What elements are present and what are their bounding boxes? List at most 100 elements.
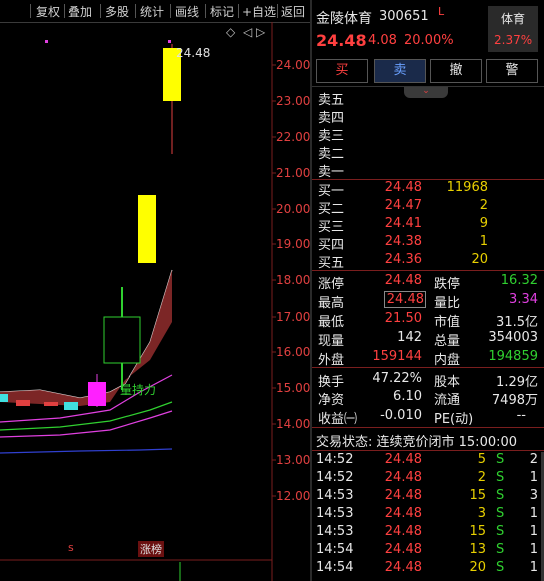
tick-count: 1 [529,524,538,539]
toolbar-overlay[interactable]: 叠加 [68,3,92,20]
sell-level-5: 卖五 [318,93,345,108]
candle-small [44,402,58,406]
stat-shares: 1.29亿 [496,375,538,390]
toolbar-restore-rights[interactable]: 复权 [36,3,60,20]
stat-label: 换手 [318,375,345,390]
toolbar-separator [100,4,101,18]
chart-nav-icon[interactable]: ◁ ▷ [243,25,265,39]
toolbar-mark[interactable]: 标记 [210,3,234,20]
cancel-order-button[interactable]: 撤 [430,59,482,83]
sector-box[interactable]: 体育 2.37% [488,6,538,52]
divider [312,270,544,271]
price-tick: 12.00 [276,489,311,503]
stat-mktcap: 31.5亿 [496,315,538,330]
stat-high: 24.48 [384,291,426,308]
tick-volume: 3 [477,506,486,521]
quote-panel: 金陵体育 300651 L 24.48 4.08 20.00% 体育 2.37%… [312,0,544,581]
price-tick: 13.00 [276,453,311,467]
stat-turnover: 47.22% [372,371,422,386]
tick-side: S [496,452,505,467]
tick-price: 24.48 [384,524,422,539]
toolbar-separator [277,4,278,18]
toolbar-separator [30,4,31,18]
tick-side: S [496,488,505,503]
sell-level-3: 卖三 [318,129,345,144]
buy-level-price: 24.41 [384,216,422,231]
buy-level-price: 24.36 [384,252,422,267]
price-tick: 18.00 [276,273,311,287]
price-change-pct: 20.00% [404,33,454,48]
stat-label: 量比 [434,296,461,311]
stat-label: 总量 [434,334,461,349]
stock-name: 金陵体育 [316,11,372,27]
chart-toolbar: 复权 叠加 多股 统计 画线 标记 +自选 返回 [0,0,310,23]
toolbar-draw-line[interactable]: 画线 [175,3,199,20]
sell-level-4: 卖四 [318,111,345,126]
tick-volume: 15 [469,488,486,503]
stat-label: 最高 [318,296,345,311]
buy-level-label: 买一 [318,184,345,199]
tick-count: 1 [529,542,538,557]
tick-price: 24.48 [384,542,422,557]
price-tick: 22.00 [276,130,311,144]
expand-depth-chevron-icon[interactable]: ⌄ [404,86,448,98]
stat-float: 7498万 [491,393,538,408]
sell-level-2: 卖二 [318,147,345,162]
marker-dot [168,40,171,43]
stat-limit-up: 24.48 [384,273,422,288]
stock-code: 300651 [379,9,429,24]
tick-volume: 2 [477,470,486,485]
stat-inner: 194859 [488,349,538,364]
toolbar-separator [238,4,239,18]
stat-label: 净资 [318,393,345,408]
toolbar-multi-stock[interactable]: 多股 [105,3,129,20]
candle-small [64,402,78,410]
toolbar-separator [170,4,171,18]
buy-level-volume: 9 [479,216,488,231]
stat-label: 股本 [434,375,461,390]
indicator-label: 量持力 [120,383,157,397]
sell-level-1: 卖一 [318,165,345,180]
price-tick: 24.00 [276,58,311,72]
stat-outer: 159144 [372,349,422,364]
ma-line-green [0,401,173,431]
toolbar-statistics[interactable]: 统计 [140,3,164,20]
tick-volume: 20 [469,560,486,575]
buy-button[interactable]: 买 [316,59,368,83]
stat-label: 外盘 [318,353,345,368]
stat-label: 内盘 [434,353,461,368]
buy-level-label: 买五 [318,256,345,271]
stat-label: 涨停 [318,277,345,292]
buy-level-volume: 20 [471,252,488,267]
stat-nav: 6.10 [393,389,422,404]
tick-side: S [496,542,505,557]
tick-time: 14:53 [316,506,354,521]
toolbar-add-watchlist[interactable]: +自选 [242,3,276,20]
stat-label: 流通 [434,393,461,408]
stat-eps: -0.010 [380,408,422,423]
toolbar-separator [205,4,206,18]
sector-name: 体育 [501,12,526,26]
kline-canvas [0,22,276,581]
sell-button[interactable]: 卖 [374,59,426,83]
alert-button[interactable]: 警 [486,59,538,83]
stat-limit-down: 16.32 [500,273,538,288]
tick-count: 1 [529,560,538,575]
tick-count: 2 [529,452,538,467]
divider [312,450,544,451]
price-change: 4.08 [368,33,397,48]
buy-level-volume: 11968 [446,180,488,195]
kline-chart[interactable]: 24.48 ◇ ◁ ▷ 量持力 24.00 23.00 22.00 21.00 … [0,22,310,581]
candle-green-hollow [103,316,141,364]
tick-volume: 13 [469,542,486,557]
price-tick: 14.00 [276,417,311,431]
stat-label: PE(动) [434,412,474,427]
chart-options-icon[interactable]: ◇ [226,25,235,39]
toolbar-back[interactable]: 返回 [281,3,305,20]
tick-count: 1 [529,506,538,521]
ma-line-white [0,269,173,399]
ma-line-blue [0,448,173,454]
tick-time: 14:53 [316,488,354,503]
tick-side: S [496,506,505,521]
buy-level-label: 买二 [318,202,345,217]
